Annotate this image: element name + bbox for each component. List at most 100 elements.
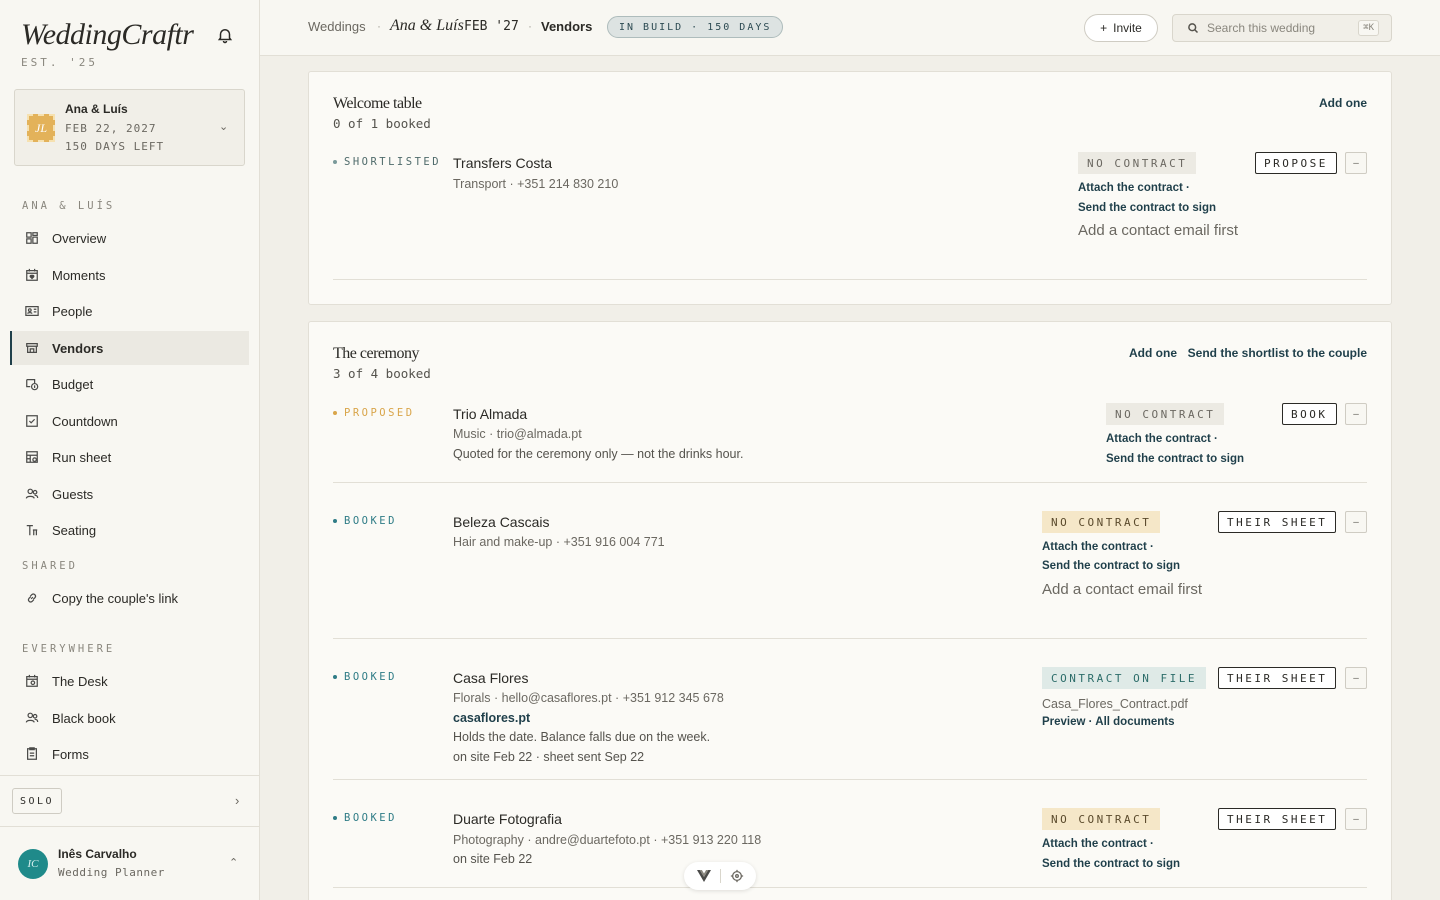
contract-file-links[interactable]: Preview · All documents [1042,716,1175,728]
search-input[interactable] [1207,21,1347,35]
vendor-name[interactable]: Transfers Costa [453,155,552,171]
vendor-onsite: on site Feb 22 · sheet sent Sep 22 [453,750,645,764]
mode-pill[interactable]: SOLO [12,788,63,814]
avatar[interactable]: IC [18,849,48,879]
send-contract-link[interactable]: Send the contract to sign [1078,202,1216,214]
sidebar-item-black-book[interactable]: Black book [10,701,249,735]
sidebar-item-people[interactable]: People [10,294,249,328]
status-dot [333,160,337,164]
status-label: SHORTLISTED [344,156,442,168]
sidebar-item-label: Vendors [52,340,104,356]
wedding-switcher[interactable]: JL Ana & Luís FEB 22, 2027 150 DAYS LEFT… [14,89,245,166]
add-email-hint: Add a contact email first [1078,222,1239,239]
toolbar-divider [719,869,721,883]
more-button[interactable]: – [1345,808,1367,830]
attach-contract-link[interactable]: Attach the contract · [1042,838,1154,850]
seating-icon [24,522,40,538]
contract-file-name[interactable]: Casa_Flores_Contract.pdf [1042,697,1188,711]
sidebar-item-the-desk[interactable]: The Desk [10,664,249,698]
send-contract-link[interactable]: Send the contract to sign [1106,453,1244,465]
search-box[interactable]: ⌘K [1172,14,1392,42]
vendor-note: Quoted for the ceremony only — not the d… [453,447,744,461]
bell-icon[interactable] [216,26,234,44]
sidebar-item-overview[interactable]: Overview [10,221,249,255]
vendor-meta: Photography · andre@duartefoto.pt · +351… [453,833,762,847]
vendor-name[interactable]: Beleza Cascais [453,514,550,530]
vue-logo-icon[interactable] [696,870,711,882]
send-contract-link[interactable]: Send the contract to sign [1042,858,1180,870]
sidebar-item-vendors[interactable]: Vendors [10,331,249,365]
floating-toolbar [684,862,756,890]
contract-badge: NO CONTRACT [1042,511,1161,533]
breadcrumb-weddings[interactable]: Weddings [308,19,366,34]
sidebar-item-run-sheet[interactable]: Run sheet [10,440,249,474]
section-title: Welcome table [333,95,422,112]
vendor-note: Holds the date. Balance falls due on the… [453,730,711,744]
propose-button[interactable]: PROPOSE [1255,152,1337,174]
sidebar-divider [0,826,260,827]
sidebar-item-guests[interactable]: Guests [10,477,249,511]
chevron-up-icon[interactable]: ⌃ [229,856,238,869]
breadcrumb-couple[interactable]: Ana & Luís [390,17,464,35]
top-bar: Weddings · Ana & Luís FEB '27 · Vendors … [260,0,1440,56]
search-shortcut: ⌘K [1358,20,1379,36]
breadcrumb-separator: · [528,19,532,33]
status-badge: BOOKED [333,515,397,527]
attach-contract-link[interactable]: Attach the contract · [1078,182,1190,194]
their-sheet-button[interactable]: THEIR SHEET [1218,511,1337,533]
sidebar-item-label: Countdown [52,413,118,429]
vendor-meta: Hair and make-up · +351 916 004 771 [453,535,665,549]
chevron-right-icon[interactable]: › [235,793,239,808]
vendor-name[interactable]: Duarte Fotografia [453,811,562,827]
status-label: PROPOSED [344,407,415,419]
vendor-name[interactable]: Trio Almada [453,406,527,422]
status-badge: PROPOSED [333,407,415,419]
vendor-website-link[interactable]: casaflores.pt [453,711,530,725]
sidebar-item-label: Forms [52,746,89,762]
invite-label: Invite [1113,21,1142,35]
more-button[interactable]: – [1345,667,1367,689]
contract-badge: NO CONTRACT [1042,808,1161,830]
send-shortlist-link[interactable]: Send the shortlist to the couple [1188,346,1367,360]
checklist-icon [24,413,40,429]
status-badge: BOOKED [333,671,397,683]
attach-contract-link[interactable]: Attach the contract · [1106,433,1218,445]
more-button[interactable]: – [1345,152,1367,174]
sidebar-item-label: Moments [52,267,106,283]
vendor-meta: Florals · hello@casaflores.pt · +351 912… [453,691,724,705]
breadcrumb-date: FEB '27 [464,19,519,34]
vendor-name[interactable]: Casa Flores [453,670,528,686]
sidebar-item-seating[interactable]: Seating [10,513,249,547]
sidebar-item-budget[interactable]: Budget [10,367,249,401]
brand-logo[interactable]: WeddingCraftr [21,18,194,52]
wedding-date: FEB 22, 2027 [65,122,157,135]
sidebar-item-label: Guests [52,486,94,502]
invite-button[interactable]: + Invite [1084,14,1158,42]
book-button[interactable]: BOOK [1282,403,1337,425]
their-sheet-button[interactable]: THEIR SHEET [1218,667,1337,689]
add-vendor-link[interactable]: Add one [1129,346,1177,360]
row-divider [333,482,1367,483]
storefront-icon [24,340,40,356]
more-button[interactable]: – [1345,403,1367,425]
sidebar-item-label: Run sheet [52,449,112,465]
attach-contract-link[interactable]: Attach the contract · [1042,541,1154,553]
their-sheet-button[interactable]: THEIR SHEET [1218,808,1337,830]
status-dot [333,675,337,679]
sidebar-item-copy-link[interactable]: Copy the couple's link [10,581,249,615]
nav-section-everywhere: EVERYWHERE [22,643,116,655]
sidebar-item-countdown[interactable]: Countdown [10,404,249,438]
target-icon[interactable] [730,869,744,883]
more-button[interactable]: – [1345,511,1367,533]
add-email-hint: Add a contact email first [1042,581,1203,598]
nav-section-couple: ANA & LUÍS [22,200,116,212]
sidebar-item-forms[interactable]: Forms [10,737,249,771]
guests-icon [24,486,40,502]
section-title: The ceremony [333,345,419,362]
send-contract-link[interactable]: Send the contract to sign [1042,560,1180,572]
add-vendor-link[interactable]: Add one [1319,96,1367,110]
id-card-icon [24,303,40,319]
sidebar-item-moments[interactable]: Moments [10,258,249,292]
nav-section-shared: SHARED [22,560,78,572]
section-booked-count: 3 of 4 booked [333,366,431,381]
